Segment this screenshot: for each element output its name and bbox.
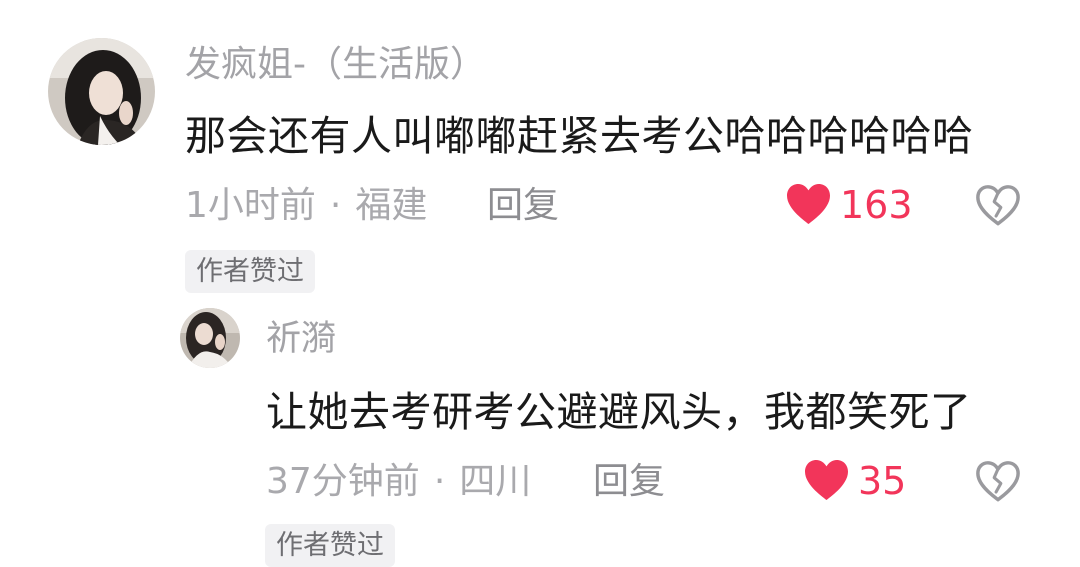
author-liked-badge: 作者赞过 bbox=[185, 250, 315, 293]
dislike-button[interactable] bbox=[975, 460, 1021, 503]
broken-heart-icon bbox=[976, 185, 1020, 226]
replier-username[interactable]: 祈漪 bbox=[266, 322, 336, 357]
reply-button[interactable]: 回复 bbox=[593, 464, 665, 500]
like-count: 35 bbox=[858, 458, 907, 503]
dislike-button[interactable] bbox=[975, 184, 1021, 227]
meta-separator: · bbox=[433, 461, 446, 502]
heart-filled-icon bbox=[805, 459, 848, 501]
reply-meta: 37分钟前 · 四川 bbox=[266, 464, 531, 500]
avatar-photo bbox=[180, 308, 240, 368]
meta-separator: · bbox=[329, 185, 342, 226]
commenter-avatar[interactable] bbox=[48, 38, 155, 145]
like-count: 163 bbox=[840, 182, 913, 227]
heart-filled-icon bbox=[787, 183, 830, 225]
avatar-photo bbox=[48, 38, 155, 145]
like-button[interactable]: 35 bbox=[803, 459, 906, 502]
replier-avatar[interactable] bbox=[180, 308, 240, 368]
comment-text: 那会还有人叫嘟嘟赶紧去考公哈哈哈哈哈哈 bbox=[185, 112, 974, 160]
comment-location: 福建 bbox=[355, 185, 428, 226]
reply-location: 四川 bbox=[459, 461, 532, 502]
broken-heart-icon bbox=[976, 461, 1020, 502]
comment-meta: 1小时前 · 福建 bbox=[185, 188, 427, 224]
reply-button[interactable]: 回复 bbox=[487, 188, 559, 224]
like-button[interactable]: 163 bbox=[785, 183, 913, 226]
comment-time: 1小时前 bbox=[185, 185, 316, 226]
reply-time: 37分钟前 bbox=[266, 461, 420, 502]
reply-text: 让她去考研考公避避风头，我都笑死了 bbox=[266, 388, 972, 436]
commenter-username[interactable]: 发疯姐-（生活版） bbox=[185, 47, 486, 83]
